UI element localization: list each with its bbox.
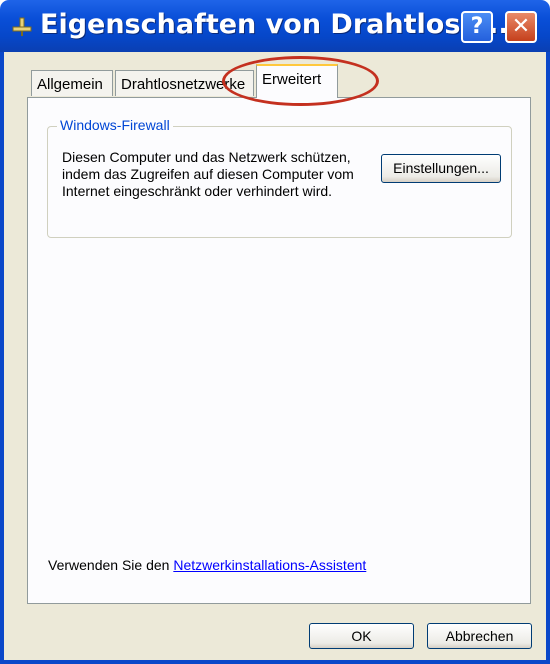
firewall-group-title: Windows-Firewall — [57, 117, 173, 133]
network-connection-icon — [12, 17, 32, 36]
setup-wizard-hint-prefix: Verwenden Sie den — [48, 557, 174, 573]
help-icon: ? — [470, 14, 484, 39]
title-bar[interactable]: Eigenschaften von Drahtlose ... ? ✕ — [0, 0, 550, 52]
annotation-circle — [222, 56, 379, 106]
help-button[interactable]: ? — [461, 11, 493, 43]
close-icon: ✕ — [511, 14, 531, 39]
window-title: Eigenschaften von Drahtlose ... — [40, 9, 519, 40]
properties-dialog: Eigenschaften von Drahtlose ... ? ✕ Allg… — [0, 0, 550, 664]
firewall-description: Diesen Computer und das Netzwerk schütze… — [62, 149, 354, 199]
tab-general[interactable]: Allgemein — [31, 70, 113, 96]
network-setup-wizard-link[interactable]: Netzwerkinstallations-Assistent — [173, 557, 366, 573]
settings-button[interactable]: Einstellungen... — [381, 154, 501, 183]
tab-general-label: Allgemein — [37, 76, 103, 93]
ok-button[interactable]: OK — [309, 623, 414, 649]
close-button[interactable]: ✕ — [505, 11, 537, 43]
setup-wizard-hint: Verwenden Sie den Netzwerkinstallations-… — [48, 557, 366, 573]
cancel-button[interactable]: Abbrechen — [427, 623, 532, 649]
